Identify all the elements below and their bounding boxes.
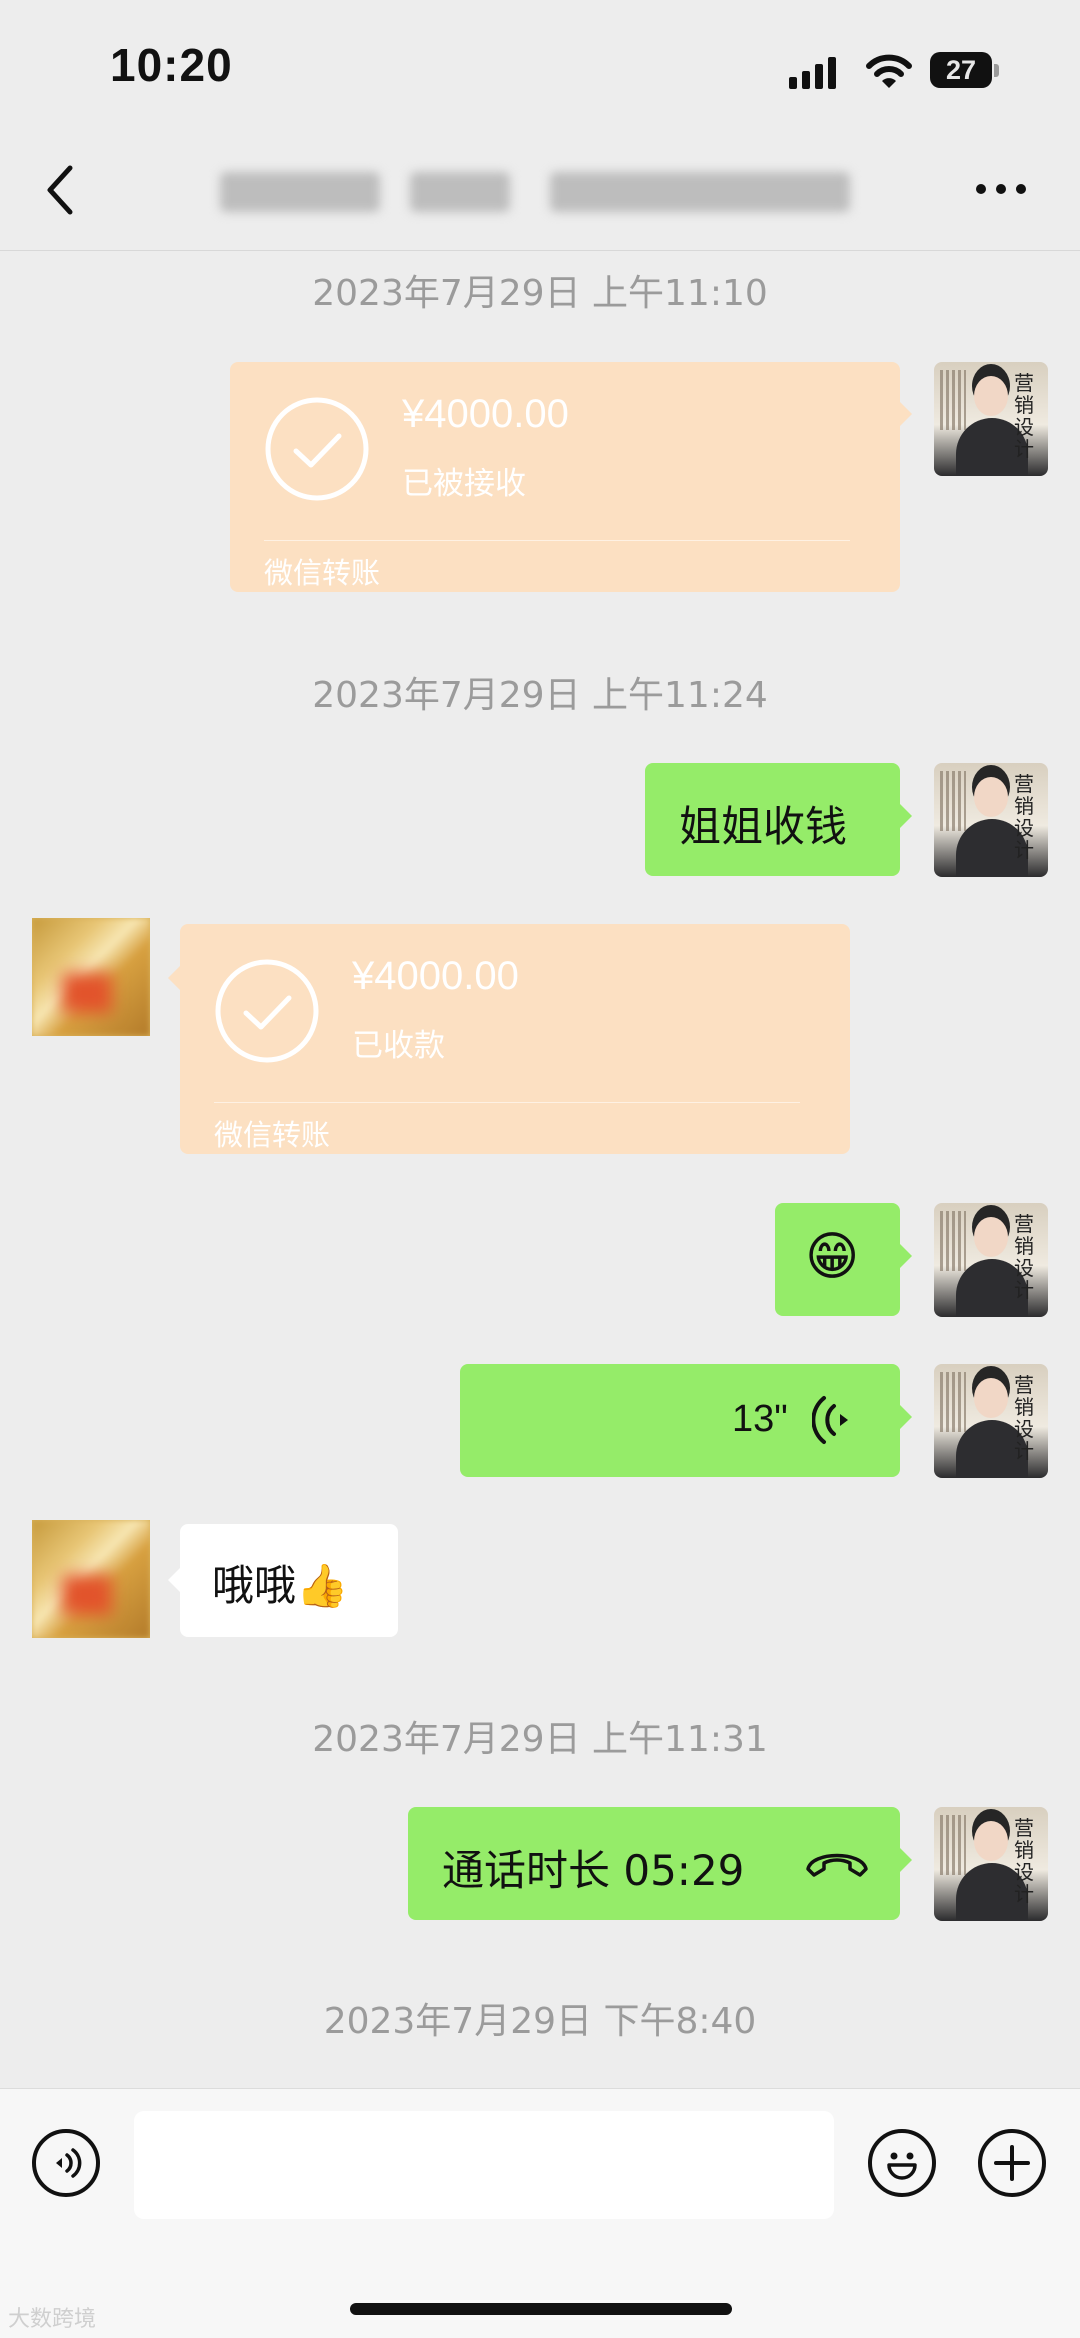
emoji-grin: 😁 bbox=[805, 1227, 860, 1287]
plus-icon bbox=[994, 2145, 1030, 2181]
transfer-label: 微信转账 bbox=[214, 1118, 331, 1152]
message-bubble-received[interactable]: 哦哦👍 bbox=[180, 1524, 398, 1637]
bubble-tail bbox=[168, 966, 180, 990]
transfer-card-sent[interactable]: ¥4000.00 已被接收 微信转账 bbox=[230, 362, 900, 592]
input-bar: 大数跨境 bbox=[0, 2088, 1080, 2338]
transfer-status: 已被接收 bbox=[402, 466, 526, 502]
divider bbox=[264, 540, 850, 541]
voice-message[interactable]: 13" bbox=[460, 1364, 900, 1477]
call-duration: 通话时长 05:29 bbox=[442, 1846, 745, 1895]
add-button[interactable] bbox=[978, 2129, 1046, 2197]
transfer-status: 已收款 bbox=[352, 1028, 445, 1064]
check-circle-icon bbox=[215, 959, 319, 1063]
voice-input-button[interactable] bbox=[32, 2129, 100, 2197]
avatar-chars: 营销设计 bbox=[1014, 772, 1034, 862]
avatar-chars: 营销设计 bbox=[1014, 1212, 1034, 1302]
signal-icon bbox=[789, 57, 836, 89]
transfer-amount: ¥4000.00 bbox=[352, 954, 519, 998]
voice-icon bbox=[56, 2148, 82, 2178]
status-time: 10:20 bbox=[110, 39, 233, 91]
more-icon[interactable] bbox=[976, 184, 1028, 198]
phone-icon bbox=[806, 1853, 868, 1877]
watermark: 大数跨境 bbox=[8, 2307, 97, 2332]
message-text: 姐姐收钱 bbox=[679, 802, 848, 851]
avatar-chars: 营销设计 bbox=[1014, 1816, 1034, 1906]
avatar-chars: 营销设计 bbox=[1014, 371, 1034, 461]
timestamp: 2023年7月29日 上午11:24 bbox=[312, 675, 768, 716]
nav-divider bbox=[0, 250, 1080, 251]
voice-duration: 13" bbox=[732, 1398, 788, 1440]
chat-title bbox=[220, 166, 860, 218]
avatar[interactable]: 营销设计 bbox=[934, 763, 1048, 877]
wifi-icon bbox=[866, 54, 912, 88]
divider bbox=[214, 1102, 800, 1103]
avatar-chars: 营销设计 bbox=[1014, 1373, 1034, 1463]
check-circle-icon bbox=[265, 397, 369, 501]
transfer-amount: ¥4000.00 bbox=[402, 392, 569, 436]
timestamp: 2023年7月29日 上午11:10 bbox=[312, 273, 768, 314]
bubble-tail bbox=[900, 1244, 912, 1268]
back-icon[interactable] bbox=[40, 160, 80, 220]
bubble-tail bbox=[900, 804, 912, 828]
transfer-label: 微信转账 bbox=[264, 556, 381, 590]
timestamp: 2023年7月29日 上午11:31 bbox=[312, 1719, 768, 1760]
bubble-tail bbox=[168, 1568, 180, 1592]
bubble-tail bbox=[900, 1405, 912, 1429]
avatar-contact[interactable] bbox=[32, 918, 150, 1036]
emoji-button[interactable] bbox=[868, 2129, 936, 2197]
avatar-contact[interactable] bbox=[32, 1520, 150, 1638]
home-indicator[interactable] bbox=[350, 2303, 732, 2315]
avatar[interactable]: 营销设计 bbox=[934, 1364, 1048, 1478]
bubble-tail bbox=[900, 402, 912, 426]
bubble-tail bbox=[900, 1848, 912, 1872]
avatar[interactable]: 营销设计 bbox=[934, 1203, 1048, 1317]
transfer-card-received[interactable]: ¥4000.00 已收款 微信转账 bbox=[180, 924, 850, 1154]
timestamp: 2023年7月29日 下午8:40 bbox=[323, 2001, 757, 2042]
message-input[interactable] bbox=[134, 2111, 834, 2219]
battery-icon: 27 bbox=[930, 52, 1000, 90]
voice-wave-icon bbox=[812, 1396, 848, 1444]
message-bubble-sent[interactable]: 姐姐收钱 bbox=[645, 763, 900, 876]
call-message[interactable]: 通话时长 05:29 bbox=[408, 1807, 900, 1920]
avatar[interactable]: 营销设计 bbox=[934, 362, 1048, 476]
message-bubble-emoji[interactable]: 😁 bbox=[775, 1203, 900, 1316]
message-text: 哦哦👍 bbox=[212, 1561, 349, 1610]
smile-icon bbox=[887, 2152, 917, 2180]
battery-level: 27 bbox=[945, 55, 977, 85]
avatar[interactable]: 营销设计 bbox=[934, 1807, 1048, 1921]
